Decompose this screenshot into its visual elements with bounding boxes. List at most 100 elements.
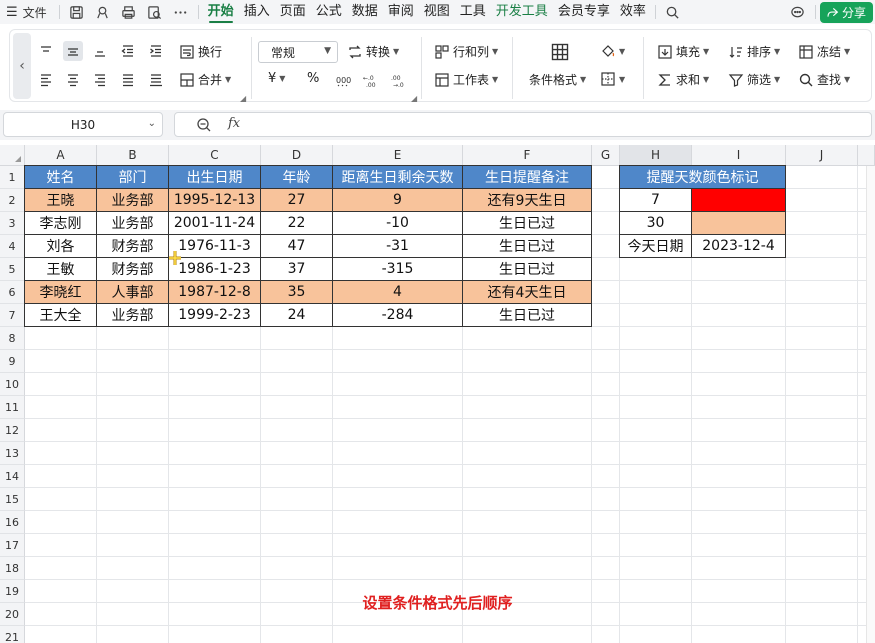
decrease-indent-icon[interactable] [118, 41, 138, 61]
tab-developer[interactable]: 开发工具 [491, 0, 553, 24]
row-header-10[interactable]: 10 [0, 373, 25, 396]
tab-formula[interactable]: 公式 [311, 0, 347, 24]
currency-format-button[interactable]: ¥ ▼ [268, 71, 285, 86]
align-center-icon[interactable] [63, 70, 83, 90]
comment-icon[interactable] [785, 0, 811, 24]
tab-page[interactable]: 页面 [275, 0, 311, 24]
fill-button[interactable]: 填充 ▼ [657, 43, 709, 60]
row-header-2[interactable]: 2 [0, 189, 25, 212]
column-header-i[interactable]: I [692, 145, 786, 166]
tab-data[interactable]: 数据 [347, 0, 383, 24]
search-icon[interactable] [660, 0, 686, 24]
column-header-c[interactable]: C [169, 145, 261, 166]
align-left-icon[interactable] [36, 70, 56, 90]
column-header-e[interactable]: E [333, 145, 463, 166]
tab-view[interactable]: 视图 [419, 0, 455, 24]
number-dialog-launcher-icon[interactable]: ◢ [411, 94, 417, 103]
row-header-14[interactable]: 14 [0, 465, 25, 488]
select-all-corner[interactable] [0, 145, 25, 166]
decrease-decimal-icon[interactable]: .00 →.0 [389, 70, 409, 90]
increase-indent-icon[interactable] [146, 41, 166, 61]
align-top-icon[interactable] [36, 41, 56, 61]
column-header-h[interactable]: H [620, 145, 692, 166]
percent-format-button[interactable]: % [307, 71, 319, 86]
tab-review[interactable]: 审阅 [383, 0, 419, 24]
border-button[interactable]: ▼ [600, 71, 625, 87]
row-header-5[interactable]: 5 [0, 258, 25, 281]
more-icon[interactable] [168, 0, 194, 24]
name-box[interactable]: H30 ⌄ [3, 112, 163, 137]
tab-home[interactable]: 开始 [203, 0, 239, 24]
cell-style-button[interactable]: ▼ [600, 43, 625, 59]
row-header-21[interactable]: 21 [0, 626, 25, 643]
column-header-b[interactable]: B [97, 145, 169, 166]
tab-insert[interactable]: 插入 [239, 0, 275, 24]
svg-text:←.0: ←.0 [363, 75, 374, 82]
tab-tools[interactable]: 工具 [455, 0, 491, 24]
legend-table-border [619, 165, 786, 258]
row-header-6[interactable]: 6 [0, 281, 25, 304]
wrap-text-button[interactable]: 换行 [179, 43, 222, 60]
align-right-icon[interactable] [90, 70, 110, 90]
svg-text:.00: .00 [391, 75, 401, 82]
insert-function-icon[interactable]: fx [228, 116, 240, 131]
filter-button[interactable]: 筛选 ▼ [728, 71, 780, 88]
row-header-15[interactable]: 15 [0, 488, 25, 511]
row-header-8[interactable]: 8 [0, 327, 25, 350]
sort-button[interactable]: 排序 ▼ [728, 43, 780, 60]
conditional-format-label: 条件格式 [529, 73, 578, 87]
number-format-select[interactable]: 常规 ▼ [258, 41, 338, 63]
save-icon[interactable] [64, 0, 90, 24]
row-header-4[interactable]: 4 [0, 235, 25, 258]
row-header-7[interactable]: 7 [0, 304, 25, 327]
menu-separator [814, 5, 816, 19]
row-header-13[interactable]: 13 [0, 442, 25, 465]
row-header-18[interactable]: 18 [0, 557, 25, 580]
cell-reference: H30 [70, 117, 96, 132]
sum-button[interactable]: 求和 ▼ [657, 71, 709, 88]
conditional-format-button[interactable]: 条件格式 ▼ [529, 71, 586, 88]
row-header-16[interactable]: 16 [0, 511, 25, 534]
alignment-dialog-launcher-icon[interactable]: ◢ [240, 94, 246, 103]
convert-button[interactable]: 转换 ▼ [347, 43, 399, 60]
column-header-g[interactable]: G [592, 145, 620, 166]
print-icon[interactable] [116, 0, 142, 24]
row-header-11[interactable]: 11 [0, 396, 25, 419]
row-header-1[interactable]: 1 [0, 166, 25, 189]
freeze-icon [799, 44, 813, 59]
increase-decimal-icon[interactable]: ←.0.00 [361, 70, 381, 90]
merge-cells-button[interactable]: 合并 ▼ [179, 71, 231, 88]
justify-icon[interactable] [118, 70, 138, 90]
menu-separator [58, 5, 60, 19]
row-header-9[interactable]: 9 [0, 350, 25, 373]
tab-member[interactable]: 会员专享 [553, 0, 615, 24]
vertical-scrollbar[interactable] [866, 166, 875, 643]
ribbon-scroll-left-icon[interactable]: ‹ [13, 33, 31, 99]
formula-input[interactable] [174, 112, 872, 137]
row-header-3[interactable]: 3 [0, 212, 25, 235]
column-header-f[interactable]: F [463, 145, 592, 166]
thousands-separator-icon[interactable]: 000 [333, 70, 353, 90]
column-header-d[interactable]: D [261, 145, 333, 166]
row-header-17[interactable]: 17 [0, 534, 25, 557]
rows-columns-button[interactable]: 行和列 ▼ [434, 43, 498, 60]
align-bottom-icon[interactable] [90, 41, 110, 61]
share-button[interactable]: 分享 [819, 1, 873, 23]
svg-text:→.0: →.0 [393, 82, 404, 88]
export-pdf-icon[interactable] [90, 0, 116, 24]
row-header-12[interactable]: 12 [0, 419, 25, 442]
worksheet-button[interactable]: 工作表 ▼ [434, 71, 498, 88]
align-middle-icon[interactable] [63, 41, 83, 61]
column-header-j[interactable]: J [786, 145, 858, 166]
distributed-icon[interactable] [146, 70, 166, 90]
column-header-a[interactable]: A [25, 145, 97, 166]
zoom-icon[interactable] [196, 117, 212, 133]
file-menu[interactable]: ☰ 文件 [0, 4, 55, 21]
find-button[interactable]: 查找 ▼ [798, 71, 850, 88]
sort-icon [729, 46, 742, 58]
print-preview-icon[interactable] [142, 0, 168, 24]
tab-efficiency[interactable]: 效率 [615, 0, 651, 24]
conditional-format-icon[interactable] [548, 40, 572, 64]
freeze-button[interactable]: 冻结 ▼ [798, 43, 850, 60]
sum-label: 求和 [676, 73, 701, 87]
